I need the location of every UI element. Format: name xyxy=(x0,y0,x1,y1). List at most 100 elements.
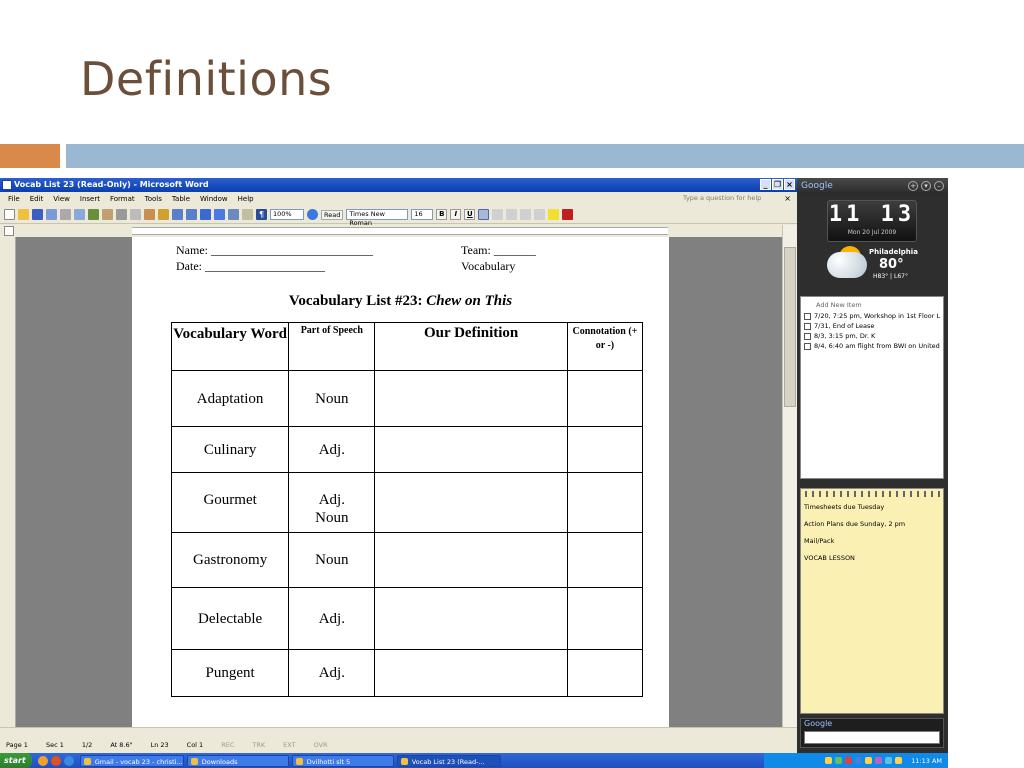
help-search-input[interactable]: Type a question for help xyxy=(683,193,773,204)
pos-cell[interactable]: Adj. xyxy=(288,426,376,473)
paste-icon[interactable] xyxy=(144,209,155,220)
status-trk[interactable]: TRK xyxy=(252,737,265,753)
tray-icon[interactable] xyxy=(835,757,843,764)
definition-cell[interactable] xyxy=(374,426,568,473)
minimize-sidebar-icon[interactable]: – xyxy=(934,181,944,191)
spelling-icon[interactable] xyxy=(88,209,99,220)
print-icon[interactable] xyxy=(60,209,71,220)
todo-item[interactable]: 8/3, 3:15 pm, Dr. K xyxy=(804,332,940,340)
menu-tools[interactable]: Tools xyxy=(145,192,162,206)
status-ovr[interactable]: OVR xyxy=(314,737,328,753)
checkbox[interactable] xyxy=(804,312,811,320)
connotation-cell[interactable] xyxy=(566,370,644,427)
permission-icon[interactable] xyxy=(46,209,57,220)
word-titlebar[interactable]: Vocab List 23 (Read-Only) - Microsoft Wo… xyxy=(0,178,797,192)
taskbar-item[interactable]: Gmail - vocab 23 - christi... xyxy=(79,754,184,767)
pos-cell[interactable]: Noun xyxy=(288,532,376,588)
firefox-icon[interactable] xyxy=(50,755,61,766)
tray-icon[interactable] xyxy=(885,757,893,764)
copy-icon[interactable] xyxy=(130,209,141,220)
connotation-cell[interactable] xyxy=(566,426,644,473)
scratch-pad-gadget[interactable]: Timesheets due Tuesday Action Plans due … xyxy=(800,488,944,714)
connotation-cell[interactable] xyxy=(566,472,644,533)
taskbar-item[interactable]: Dvilhotti slt 5 xyxy=(291,754,394,767)
tray-icon[interactable] xyxy=(855,757,863,764)
italic-button[interactable]: I xyxy=(450,209,462,220)
save-icon[interactable] xyxy=(32,209,43,220)
table-icon[interactable] xyxy=(214,209,225,220)
checkbox[interactable] xyxy=(804,342,811,350)
status-ext[interactable]: EXT xyxy=(283,737,295,753)
font-name-select[interactable]: Times New Roman xyxy=(346,209,409,227)
new-document-icon[interactable] xyxy=(4,209,15,220)
print-preview-icon[interactable] xyxy=(74,209,85,220)
bold-button[interactable]: B xyxy=(436,209,448,220)
restore-button[interactable]: ❐ xyxy=(772,179,783,190)
definition-cell[interactable] xyxy=(374,587,568,650)
menu-help[interactable]: Help xyxy=(238,192,254,206)
todo-item[interactable]: 8/4, 6:40 am flight from BWI on United xyxy=(804,342,940,350)
pos-cell[interactable]: Adj. xyxy=(288,649,376,697)
format-painter-icon[interactable] xyxy=(158,209,169,220)
indent-icon[interactable] xyxy=(534,209,546,220)
definition-cell[interactable] xyxy=(374,472,568,533)
add-new-item[interactable]: Add New Item xyxy=(804,301,940,309)
close-document-icon[interactable]: × xyxy=(784,192,791,206)
drawing-icon[interactable] xyxy=(242,209,253,220)
start-button[interactable]: start xyxy=(0,753,32,768)
connotation-cell[interactable] xyxy=(566,532,644,588)
tray-icon[interactable] xyxy=(865,757,873,764)
todo-item[interactable]: 7/31, End of Lease xyxy=(804,322,940,330)
center-icon[interactable] xyxy=(492,209,504,220)
connotation-cell[interactable] xyxy=(566,587,644,650)
status-rec[interactable]: REC xyxy=(221,737,234,753)
undo-icon[interactable] xyxy=(172,209,183,220)
todo-item[interactable]: 7/20, 7:25 pm, Workshop in 1st Floor L..… xyxy=(804,312,940,320)
word-cell[interactable]: Delectable xyxy=(170,587,290,650)
pos-cell[interactable]: Noun xyxy=(288,370,376,427)
horizontal-scrollbar[interactable] xyxy=(0,727,797,737)
menu-format[interactable]: Format xyxy=(110,192,135,206)
close-button[interactable]: × xyxy=(784,179,795,190)
taskbar-item[interactable]: Downloads xyxy=(186,754,289,767)
checkbox[interactable] xyxy=(804,322,811,330)
pos-cell[interactable]: Adj. Noun xyxy=(288,472,376,533)
menu-table[interactable]: Table xyxy=(172,192,190,206)
underline-button[interactable]: U xyxy=(464,209,476,220)
menu-file[interactable]: File xyxy=(8,192,20,206)
menu-insert[interactable]: Insert xyxy=(80,192,100,206)
menu-view[interactable]: View xyxy=(53,192,70,206)
scrollbar-thumb[interactable] xyxy=(784,247,796,407)
font-size-select[interactable]: 16 xyxy=(411,209,434,220)
menu-edit[interactable]: Edit xyxy=(30,192,44,206)
vertical-scrollbar[interactable] xyxy=(782,225,797,727)
align-left-icon[interactable] xyxy=(478,209,490,220)
tray-icon[interactable] xyxy=(895,757,903,764)
menu-window[interactable]: Window xyxy=(200,192,228,206)
columns-icon[interactable] xyxy=(228,209,239,220)
help-icon[interactable] xyxy=(307,209,318,220)
word-cell[interactable]: Gourmet xyxy=(170,472,290,533)
highlight-icon[interactable] xyxy=(548,209,560,220)
research-icon[interactable] xyxy=(102,209,113,220)
word-cell[interactable]: Culinary xyxy=(170,426,290,473)
font-color-icon[interactable] xyxy=(562,209,574,220)
word-cell[interactable]: Gastronomy xyxy=(170,532,290,588)
word-cell[interactable]: Adaptation xyxy=(170,370,290,427)
redo-icon[interactable] xyxy=(186,209,197,220)
ruler-strip[interactable] xyxy=(132,227,668,235)
numbering-icon[interactable] xyxy=(506,209,518,220)
definition-cell[interactable] xyxy=(374,370,568,427)
sidebar-search-input[interactable] xyxy=(804,731,940,744)
ie-icon[interactable] xyxy=(63,755,74,766)
hyperlink-icon[interactable] xyxy=(200,209,211,220)
taskbar-item[interactable]: Vocab List 23 (Read-... xyxy=(396,754,501,767)
document-page[interactable]: Name: ___________________________ Team: … xyxy=(132,237,669,727)
tray-icon[interactable] xyxy=(825,757,833,764)
cut-icon[interactable] xyxy=(116,209,127,220)
zoom-select[interactable]: 100% xyxy=(270,209,304,220)
read-button[interactable]: Read xyxy=(321,209,344,220)
open-folder-icon[interactable] xyxy=(18,209,29,220)
definition-cell[interactable] xyxy=(374,649,568,697)
checkbox[interactable] xyxy=(804,332,811,340)
